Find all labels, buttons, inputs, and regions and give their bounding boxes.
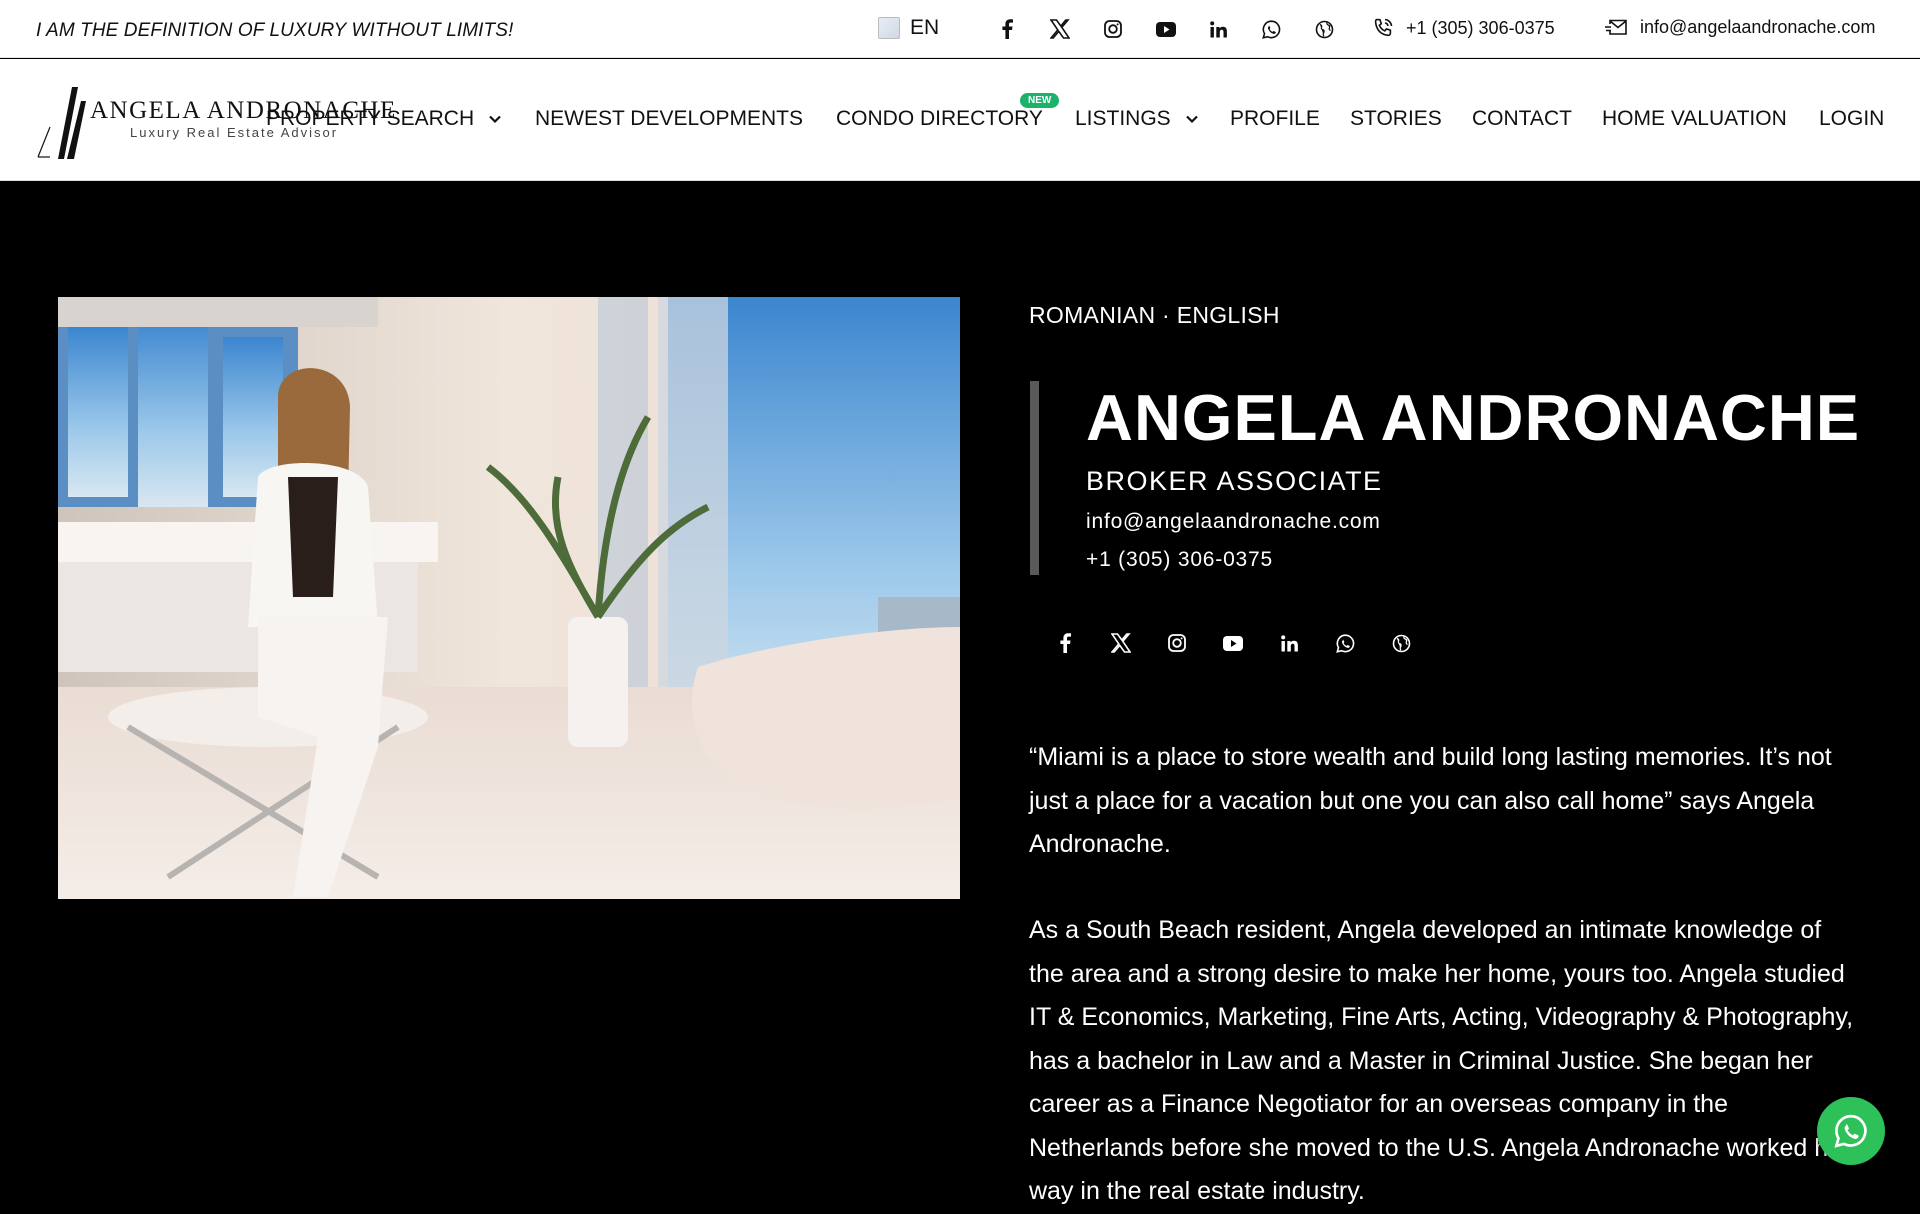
x-icon[interactable] xyxy=(1033,16,1086,42)
profile-photo xyxy=(58,297,960,899)
logo-mark-icon xyxy=(37,87,86,159)
phone-icon xyxy=(1374,18,1393,37)
linkedin-icon[interactable] xyxy=(1261,629,1317,657)
x-icon[interactable] xyxy=(1093,629,1149,657)
top-bar: I AM THE DEFINITION OF LUXURY WITHOUT LI… xyxy=(0,0,1920,58)
youtube-icon[interactable] xyxy=(1205,629,1261,657)
globe-icon[interactable] xyxy=(1373,629,1429,657)
nav-label: CONTACT xyxy=(1472,107,1572,130)
nav-label: NEWEST DEVELOPMENTS xyxy=(535,107,803,130)
nav-profile[interactable]: PROFILE xyxy=(1230,107,1320,131)
nav-label: CONDO DIRECTORY xyxy=(836,107,1043,130)
nav-label: PROFILE xyxy=(1230,107,1320,130)
nav-label: HOME VALUATION xyxy=(1602,107,1787,130)
chevron-down-icon xyxy=(489,115,501,124)
new-badge: NEW xyxy=(1020,93,1060,108)
whatsapp-icon xyxy=(1834,1114,1867,1148)
top-phone-link[interactable]: +1 (305) 306-0375 xyxy=(1372,17,1555,39)
whatsapp-chat-button[interactable] xyxy=(1817,1097,1885,1165)
top-email-address: info@angelaandronache.com xyxy=(1640,17,1876,37)
nav-label: STORIES xyxy=(1350,107,1442,130)
nav-label: LOGIN xyxy=(1819,107,1885,130)
agent-phone[interactable]: +1 (305) 306-0375 xyxy=(1086,548,1273,572)
youtube-icon[interactable] xyxy=(1139,16,1192,42)
agent-name: ANGELA ANDRONACHE xyxy=(1086,381,1861,454)
nav-property-search[interactable]: PROPERTY SEARCH xyxy=(266,107,502,131)
whatsapp-icon[interactable] xyxy=(1317,629,1373,657)
facebook-icon[interactable] xyxy=(980,16,1033,42)
nav-label: PROPERTY SEARCH xyxy=(266,107,475,130)
tagline: I AM THE DEFINITION OF LUXURY WITHOUT LI… xyxy=(36,20,514,41)
nav-login[interactable]: LOGIN xyxy=(1819,107,1884,131)
chevron-down-icon xyxy=(1185,115,1198,124)
main-navbar: ANGELA ANDRONACHE Luxury Real Estate Adv… xyxy=(0,59,1920,181)
nav-condo-directory[interactable]: CONDO DIRECTORY xyxy=(836,107,1043,131)
top-social-links xyxy=(980,16,1351,42)
facebook-icon[interactable] xyxy=(1037,629,1093,657)
agent-email[interactable]: info@angelaandronache.com xyxy=(1086,510,1381,534)
instagram-icon[interactable] xyxy=(1086,16,1139,42)
languages-spoken: ROMANIAN · ENGLISH xyxy=(1029,302,1280,328)
nav-newest-developments[interactable]: NEWEST DEVELOPMENTS xyxy=(535,107,803,131)
nav-label: LISTINGS xyxy=(1075,107,1171,130)
linkedin-icon[interactable] xyxy=(1192,16,1245,42)
agent-quote: “Miami is a place to store wealth and bu… xyxy=(1029,743,1832,858)
top-email-link[interactable]: info@angelaandronache.com xyxy=(1604,17,1875,38)
whatsapp-icon[interactable] xyxy=(1245,16,1298,42)
agent-bio: As a South Beach resident, Angela develo… xyxy=(1029,916,1854,1205)
language-label: EN xyxy=(910,16,940,39)
flag-icon xyxy=(878,17,900,39)
nav-contact[interactable]: CONTACT xyxy=(1472,107,1572,131)
mail-icon xyxy=(1605,19,1627,35)
language-selector[interactable]: EN xyxy=(878,16,939,40)
top-phone-number: +1 (305) 306-0375 xyxy=(1406,17,1555,38)
agent-role: BROKER ASSOCIATE xyxy=(1086,466,1383,496)
accent-divider xyxy=(1030,381,1039,575)
nav-home-valuation[interactable]: HOME VALUATION xyxy=(1602,107,1787,131)
hero-social-links xyxy=(1037,629,1429,657)
nav-stories[interactable]: STORIES xyxy=(1350,107,1442,131)
globe-icon[interactable] xyxy=(1298,16,1351,42)
nav-listings[interactable]: LISTINGS xyxy=(1075,107,1199,131)
instagram-icon[interactable] xyxy=(1149,629,1205,657)
